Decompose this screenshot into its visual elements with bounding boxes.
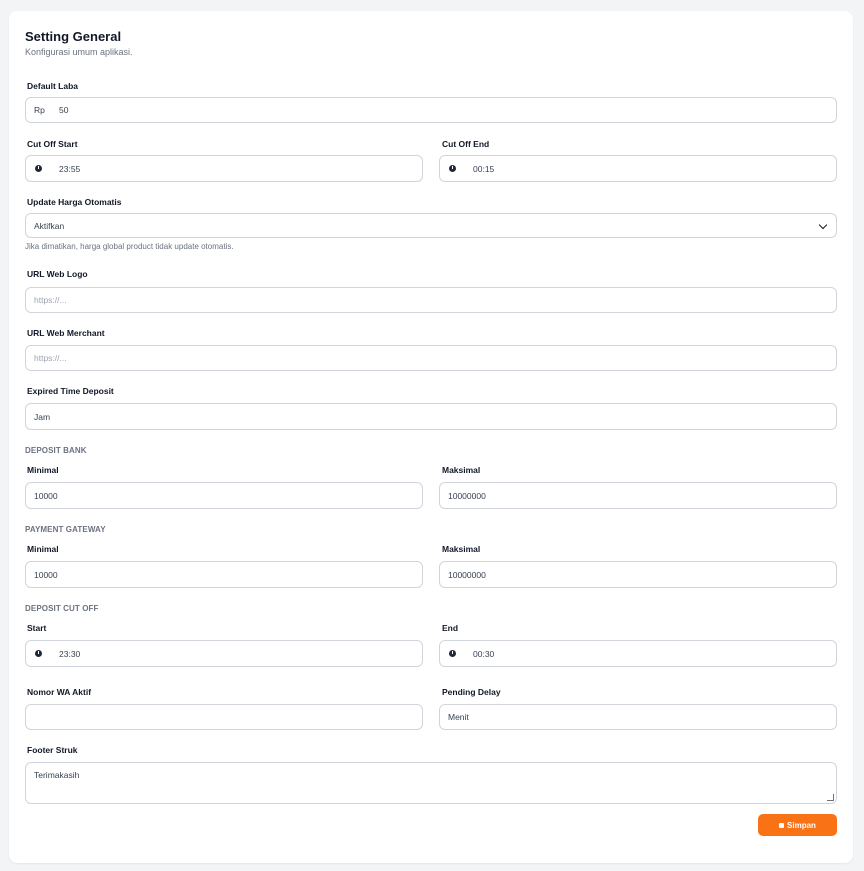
cut-off-start-input[interactable]: 23:55 [25,155,423,182]
url-merchant-label: URL Web Merchant [27,328,105,338]
url-merchant-input[interactable]: https://... [25,345,837,371]
cut-off-end-input[interactable]: 00:15 [439,155,837,182]
deposit-bank-min-input[interactable]: 10000 [25,482,423,509]
payment-gateway-min-label: Minimal [27,544,59,554]
nomor-wa-input[interactable] [25,704,423,730]
page-subtitle: Konfigurasi umum aplikasi. [25,47,133,57]
clock-icon [35,650,42,657]
expired-deposit-value: Jam [34,411,51,422]
deposit-cutoff-start-input[interactable]: 23:30 [25,640,423,667]
deposit-cutoff-section: DEPOSIT CUT OFF [25,604,99,613]
deposit-bank-max-label: Maksimal [442,465,481,475]
deposit-cutoff-end-value: 00:30 [473,648,495,659]
save-icon [779,822,785,828]
cut-off-start-label: Cut Off Start [27,139,78,149]
update-harga-label: Update Harga Otomatis [27,197,122,207]
pending-delay-label: Pending Delay [442,687,501,697]
payment-gateway-section: PAYMENT GATEWAY [25,525,106,534]
update-harga-hint: Jika dimatikan, harga global product tid… [25,242,234,251]
payment-gateway-max-input[interactable]: 10000000 [439,561,837,588]
resize-handle-icon[interactable] [827,794,834,801]
chevron-down-icon [818,220,828,230]
settings-card [9,11,853,863]
nomor-wa-label: Nomor WA Aktif [27,687,92,697]
save-button[interactable]: Simpan [758,814,837,836]
pending-delay-select[interactable]: Menit [439,704,837,730]
expired-deposit-label: Expired Time Deposit [27,386,114,396]
cut-off-start-value: 23:55 [59,163,81,174]
url-merchant-placeholder: https://... [34,353,67,363]
cut-off-end-label: Cut Off End [442,139,490,149]
default-laba-value: 50 [59,105,69,115]
deposit-bank-section: DEPOSIT BANK [25,446,87,455]
deposit-bank-min-label: Minimal [27,465,59,475]
url-logo-input[interactable]: https://... [25,287,837,313]
update-harga-select[interactable]: Aktifkan [25,213,837,238]
clock-icon [449,165,456,172]
deposit-bank-max-input[interactable]: 10000000 [439,482,837,509]
default-laba-input[interactable]: Rp 50 [25,97,837,123]
save-button-label: Simpan [787,820,816,830]
payment-gateway-min-value: 10000 [34,569,58,580]
default-laba-label: Default Laba [27,81,79,91]
deposit-bank-max-value: 10000000 [448,490,486,501]
payment-gateway-min-input[interactable]: 10000 [25,561,423,588]
currency-prefix: Rp [34,105,45,115]
update-harga-value: Aktifkan [34,220,65,231]
clock-icon [35,165,42,172]
deposit-bank-min-value: 10000 [34,490,58,501]
clock-icon [449,650,456,657]
deposit-cutoff-start-label: Start [27,623,47,633]
cut-off-end-value: 00:15 [473,163,495,174]
payment-gateway-max-label: Maksimal [442,544,481,554]
footer-struk-value: Terimakasih [34,770,80,780]
page-title: Setting General [25,29,122,44]
deposit-cutoff-end-label: End [442,623,459,633]
pending-delay-value: Menit [448,712,469,722]
expired-deposit-select[interactable]: Jam [25,403,837,430]
deposit-cutoff-end-input[interactable]: 00:30 [439,640,837,667]
url-logo-placeholder: https://... [34,295,67,305]
payment-gateway-max-value: 10000000 [448,569,486,580]
footer-struk-textarea[interactable]: Terimakasih [25,762,837,804]
deposit-cutoff-start-value: 23:30 [59,648,81,659]
url-logo-label: URL Web Logo [27,269,88,279]
footer-struk-label: Footer Struk [27,745,78,755]
